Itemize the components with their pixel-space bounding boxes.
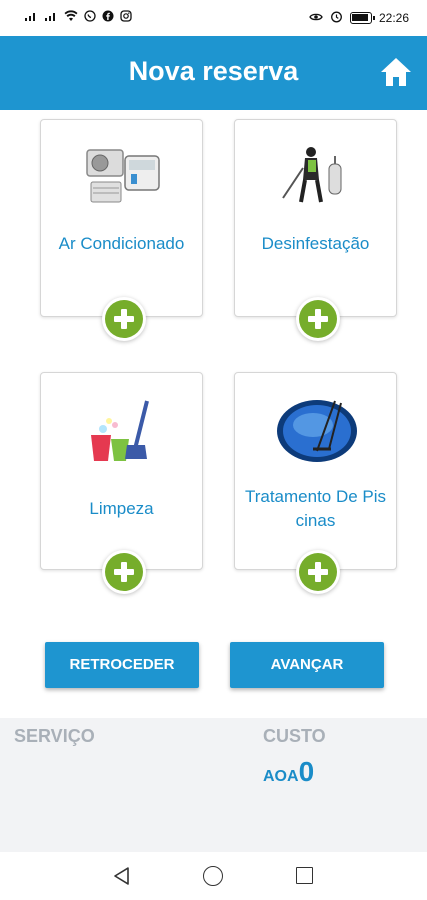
plus-icon	[105, 553, 143, 591]
pool-icon	[275, 395, 359, 465]
cleaning-icon	[81, 395, 165, 465]
instagram-icon	[120, 10, 132, 25]
service-card-desinfestacao[interactable]: Desinfestação	[234, 119, 397, 341]
service-card-limpeza[interactable]: Limpeza	[40, 372, 203, 594]
system-nav-bar	[0, 852, 427, 900]
cost-header: CUSTO	[263, 726, 326, 746]
cost-display: AOA0	[263, 756, 314, 788]
signal-icon	[24, 10, 38, 25]
wifi-icon	[64, 10, 78, 25]
alarm-icon	[330, 10, 343, 26]
page-title: Nova reserva	[128, 56, 299, 86]
cost-value: 0	[298, 756, 315, 787]
plus-icon	[105, 300, 143, 338]
battery-icon	[349, 12, 375, 24]
service-card-tratamento-de-piscinas[interactable]: Tratamento De Piscinas	[234, 372, 397, 594]
eye-icon	[309, 11, 323, 26]
whatsapp-icon	[84, 10, 96, 25]
summary-panel: SERVIÇO CUSTO AOA0	[0, 718, 427, 852]
home-icon[interactable]	[379, 56, 413, 88]
recent-square-icon[interactable]	[296, 867, 313, 884]
signal-icon	[44, 10, 58, 25]
add-service-button[interactable]	[102, 297, 146, 341]
air-conditioner-icon	[81, 142, 165, 212]
add-service-button[interactable]	[102, 550, 146, 594]
next-button[interactable]: AVANÇAR	[230, 642, 384, 688]
status-bar: 22:26	[0, 0, 427, 36]
service-label: Tratamento De Piscinas	[244, 487, 387, 530]
service-label: Ar Condicionado	[58, 234, 185, 253]
app-bar: Nova reserva	[0, 36, 427, 110]
service-label: Desinfestação	[261, 234, 370, 253]
battery-level	[351, 14, 368, 21]
plus-icon	[299, 300, 337, 338]
status-time: 22:26	[378, 11, 409, 25]
back-button[interactable]: RETROCEDER	[45, 642, 199, 688]
back-triangle-icon[interactable]	[112, 866, 132, 886]
add-service-button[interactable]	[296, 550, 340, 594]
add-service-button[interactable]	[296, 297, 340, 341]
status-left	[24, 10, 132, 25]
service-label: Limpeza	[89, 499, 154, 518]
disinfestation-icon	[275, 142, 359, 212]
plus-icon	[299, 553, 337, 591]
service-card-ar-condicionado[interactable]: Ar Condicionado	[40, 119, 203, 341]
service-header: SERVIÇO	[14, 726, 95, 746]
home-circle-icon[interactable]	[203, 866, 223, 886]
currency-label: AOA	[263, 768, 299, 785]
facebook-icon	[102, 10, 114, 25]
status-right: 22:26	[309, 10, 409, 26]
